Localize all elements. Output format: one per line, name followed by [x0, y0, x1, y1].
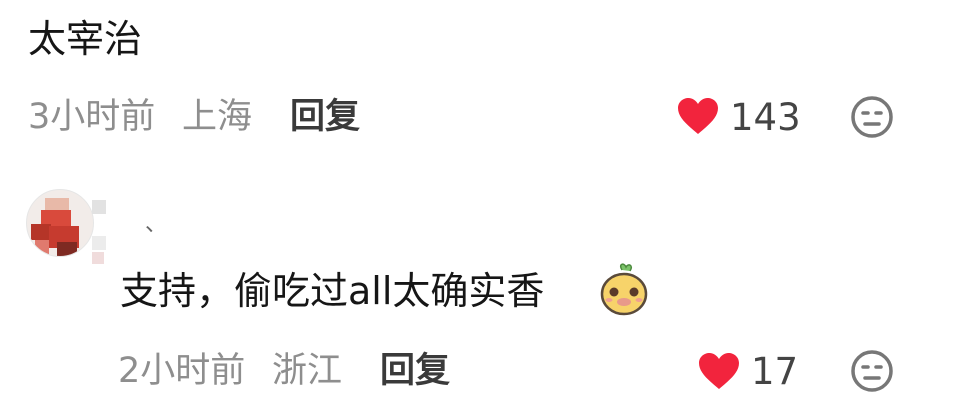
avatar-mosaic [92, 236, 106, 250]
comment-location: 上海 [182, 97, 253, 137]
like-count: 143 [730, 96, 801, 139]
avatar[interactable] [26, 189, 94, 257]
comment-time: 3小时前 [28, 97, 156, 137]
heart-icon[interactable] [676, 96, 720, 136]
avatar-mosaic [92, 252, 104, 264]
username[interactable]: 、 [145, 214, 167, 236]
heart-icon[interactable] [697, 351, 741, 391]
avatar-mosaic [92, 200, 106, 214]
reply-button[interactable]: 回复 [290, 100, 360, 135]
reply-button[interactable]: 回复 [380, 354, 450, 389]
neutral-face-icon[interactable] [850, 95, 894, 139]
comment-time: 2小时前 [118, 351, 246, 391]
comment-text: 太宰治 [28, 17, 143, 61]
comment-text: 支持，偷吃过all太确实香 [120, 269, 545, 313]
sticker-emoji-icon [598, 262, 650, 316]
like-count: 17 [751, 350, 799, 393]
comment-location: 浙江 [272, 351, 343, 391]
neutral-face-icon[interactable] [850, 349, 894, 393]
